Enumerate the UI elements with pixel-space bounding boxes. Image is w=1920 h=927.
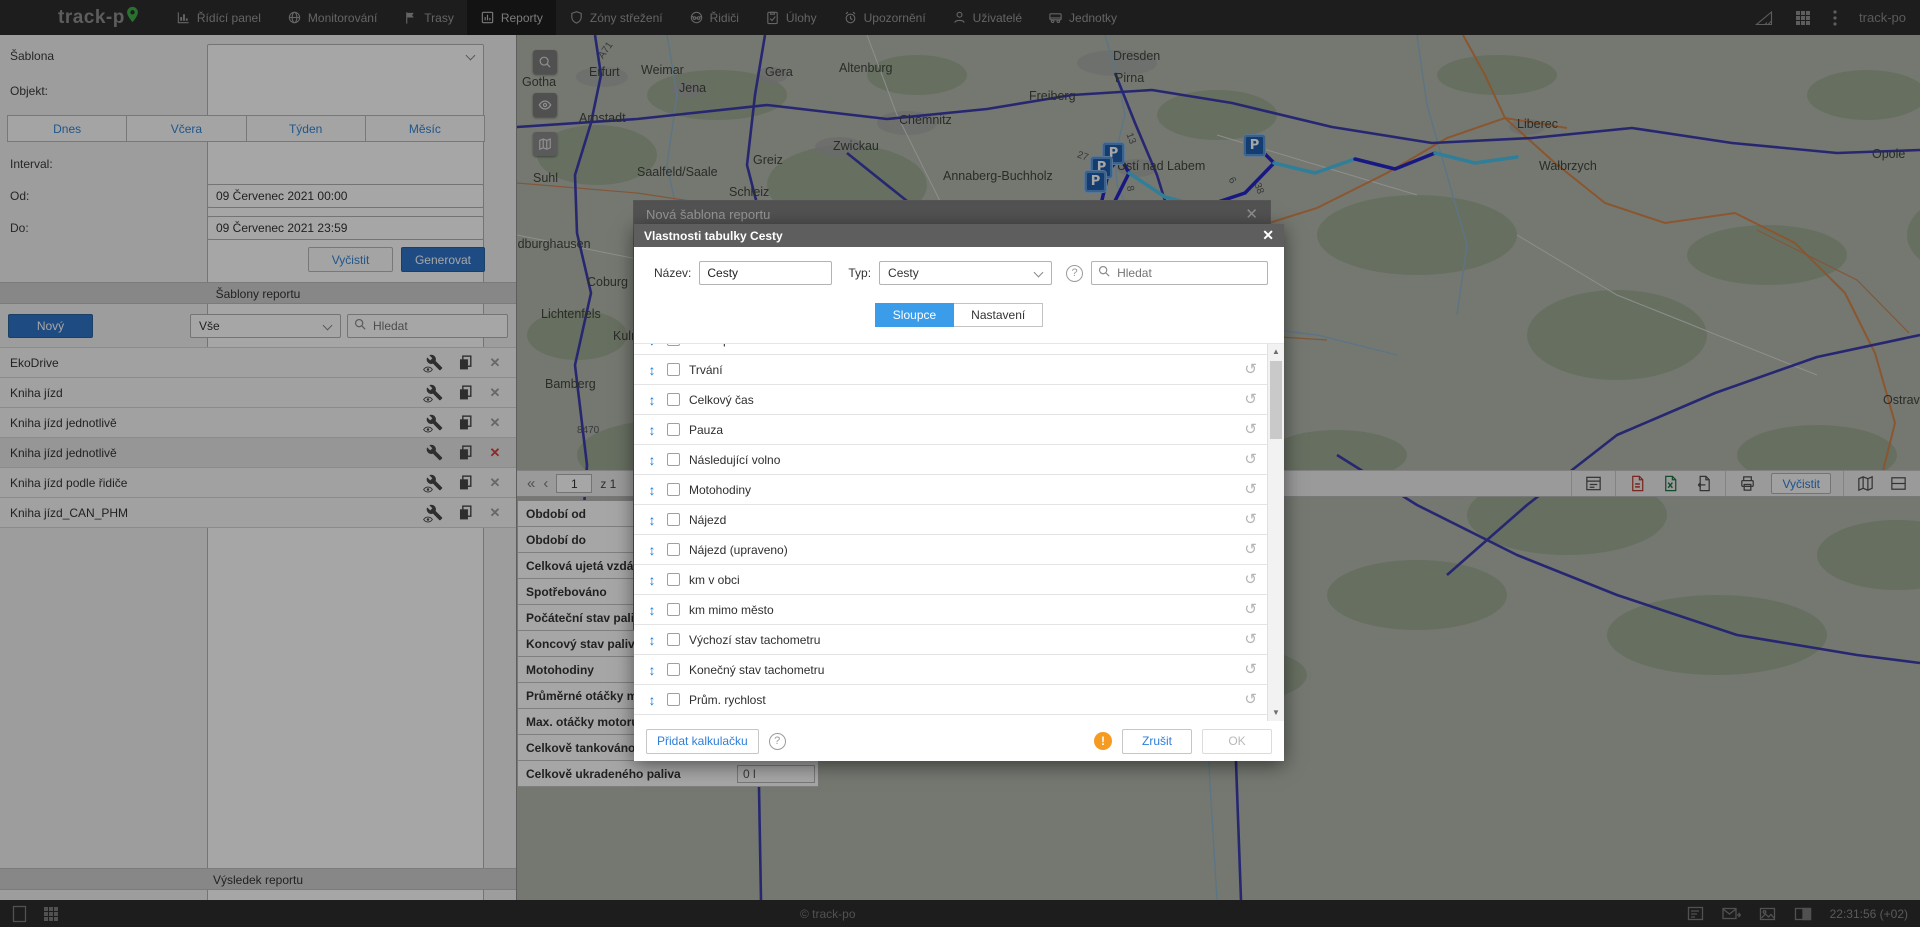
scrollbar-thumb[interactable] — [1270, 361, 1282, 439]
column-list-item[interactable]: ↕ Počet pasažérů ↺ — [634, 343, 1267, 355]
table-type-select[interactable]: Cesty — [879, 261, 1052, 285]
scroll-down-icon[interactable]: ▼ — [1268, 705, 1284, 721]
column-checkbox[interactable] — [667, 483, 680, 496]
column-search-box — [1091, 261, 1268, 285]
help-icon[interactable]: ? — [769, 733, 786, 750]
column-search-input[interactable] — [1115, 265, 1261, 281]
undo-icon[interactable]: ↺ — [1244, 602, 1257, 617]
undo-icon[interactable]: ↺ — [1244, 362, 1257, 377]
drag-updown-icon[interactable]: ↕ — [646, 512, 658, 528]
column-label: Trvání — [689, 363, 723, 377]
scrollbar[interactable]: ▲ ▼ — [1267, 344, 1284, 721]
column-list-container: ↕ Počet pasažérů ↺ ↕ Trvání ↺ ↕ Celkový … — [634, 343, 1284, 721]
undo-icon[interactable]: ↺ — [1244, 692, 1257, 707]
undo-icon[interactable]: ↺ — [1244, 542, 1257, 557]
cancel-button[interactable]: Zrušit — [1122, 729, 1192, 754]
column-list-item[interactable]: ↕ Následující volno ↺ — [634, 445, 1267, 475]
column-checkbox[interactable] — [667, 363, 680, 376]
drag-updown-icon[interactable]: ↕ — [646, 362, 658, 378]
column-label: Počet pasažérů — [689, 343, 772, 347]
column-checkbox[interactable] — [667, 573, 680, 586]
column-label: Konečný stav tachometru — [689, 663, 824, 677]
drag-updown-icon[interactable]: ↕ — [646, 632, 658, 648]
drag-updown-icon[interactable]: ↕ — [646, 343, 658, 348]
table-properties-dialog: Vlastnosti tabulky Cesty ✕ Název: Typ: C… — [634, 224, 1284, 761]
scroll-up-icon[interactable]: ▲ — [1268, 344, 1284, 360]
name-label: Název: — [654, 266, 691, 280]
column-list-item[interactable]: ↕ Motohodiny ↺ — [634, 475, 1267, 505]
column-label: Nájezd (upraveno) — [689, 543, 788, 557]
undo-icon[interactable]: ↺ — [1244, 452, 1257, 467]
warning-icon: ! — [1094, 732, 1112, 750]
column-list-item[interactable]: ↕ Nájezd (upraveno) ↺ — [634, 535, 1267, 565]
column-list: ↕ Počet pasažérů ↺ ↕ Trvání ↺ ↕ Celkový … — [634, 343, 1267, 715]
close-icon[interactable]: ✕ — [1262, 227, 1274, 244]
column-label: Výchozí stav tachometru — [689, 633, 820, 647]
undo-icon[interactable]: ↺ — [1244, 662, 1257, 677]
undo-icon[interactable]: ↺ — [1244, 512, 1257, 527]
column-label: km v obci — [689, 573, 740, 587]
column-label: Pauza — [689, 423, 723, 437]
search-icon — [1098, 264, 1110, 282]
dialog-title: Vlastnosti tabulky Cesty — [644, 229, 783, 243]
help-icon[interactable]: ? — [1066, 265, 1083, 282]
column-label: Celkový čas — [689, 393, 754, 407]
drag-updown-icon[interactable]: ↕ — [646, 692, 658, 708]
column-list-item[interactable]: ↕ km mimo město ↺ — [634, 595, 1267, 625]
dialog-titlebar: Vlastnosti tabulky Cesty ✕ — [634, 224, 1284, 247]
add-calculator-button[interactable]: Přidat kalkulačku — [646, 729, 759, 754]
drag-updown-icon[interactable]: ↕ — [646, 572, 658, 588]
undo-icon[interactable]: ↺ — [1244, 572, 1257, 587]
drag-updown-icon[interactable]: ↕ — [646, 542, 658, 558]
column-list-item[interactable]: ↕ Trvání ↺ — [634, 355, 1267, 385]
column-list-item[interactable]: ↕ Konečný stav tachometru ↺ — [634, 655, 1267, 685]
column-checkbox[interactable] — [667, 423, 680, 436]
undo-icon[interactable]: ↺ — [1244, 392, 1257, 407]
dialog-footer: Přidat kalkulačku ? ! Zrušit OK — [634, 721, 1284, 761]
column-list-item[interactable]: ↕ Celkový čas ↺ — [634, 385, 1267, 415]
column-list-item[interactable]: ↕ Výchozí stav tachometru ↺ — [634, 625, 1267, 655]
drag-updown-icon[interactable]: ↕ — [646, 602, 658, 618]
table-name-input[interactable] — [699, 261, 832, 285]
column-label: km mimo město — [689, 603, 774, 617]
table-properties-form: Název: Typ: Cesty ? — [634, 247, 1284, 297]
column-checkbox[interactable] — [667, 453, 680, 466]
app-root: track-p Řídící panel Monitorování Trasy … — [0, 0, 1920, 927]
tab-nastavení[interactable]: Nastavení — [954, 303, 1043, 327]
undo-icon[interactable]: ↺ — [1244, 632, 1257, 647]
column-list-item[interactable]: ↕ Pauza ↺ — [634, 415, 1267, 445]
column-label: Následující volno — [689, 453, 780, 467]
ok-button[interactable]: OK — [1202, 729, 1272, 754]
column-label: Prům. rychlost — [689, 693, 766, 707]
column-list-item[interactable]: ↕ Prům. rychlost ↺ — [634, 685, 1267, 715]
column-checkbox[interactable] — [667, 343, 680, 346]
drag-updown-icon[interactable]: ↕ — [646, 422, 658, 438]
tab-sloupce[interactable]: Sloupce — [875, 303, 954, 327]
undo-icon[interactable]: ↺ — [1244, 422, 1257, 437]
drag-updown-icon[interactable]: ↕ — [646, 482, 658, 498]
column-list-item[interactable]: ↕ Nájezd ↺ — [634, 505, 1267, 535]
column-checkbox[interactable] — [667, 603, 680, 616]
column-label: Motohodiny — [689, 483, 751, 497]
column-checkbox[interactable] — [667, 663, 680, 676]
column-list-item[interactable]: ↕ km v obci ↺ — [634, 565, 1267, 595]
column-checkbox[interactable] — [667, 393, 680, 406]
table-type-value: Cesty — [888, 266, 919, 280]
dialog-tabs: SloupceNastavení — [634, 297, 1284, 343]
column-checkbox[interactable] — [667, 693, 680, 706]
drag-updown-icon[interactable]: ↕ — [646, 452, 658, 468]
column-checkbox[interactable] — [667, 543, 680, 556]
column-checkbox[interactable] — [667, 513, 680, 526]
drag-updown-icon[interactable]: ↕ — [646, 392, 658, 408]
chevron-down-icon — [1034, 268, 1044, 278]
undo-icon[interactable]: ↺ — [1244, 343, 1257, 347]
type-label: Typ: — [848, 266, 871, 280]
drag-updown-icon[interactable]: ↕ — [646, 662, 658, 678]
column-checkbox[interactable] — [667, 633, 680, 646]
column-label: Nájezd — [689, 513, 726, 527]
undo-icon[interactable]: ↺ — [1244, 482, 1257, 497]
